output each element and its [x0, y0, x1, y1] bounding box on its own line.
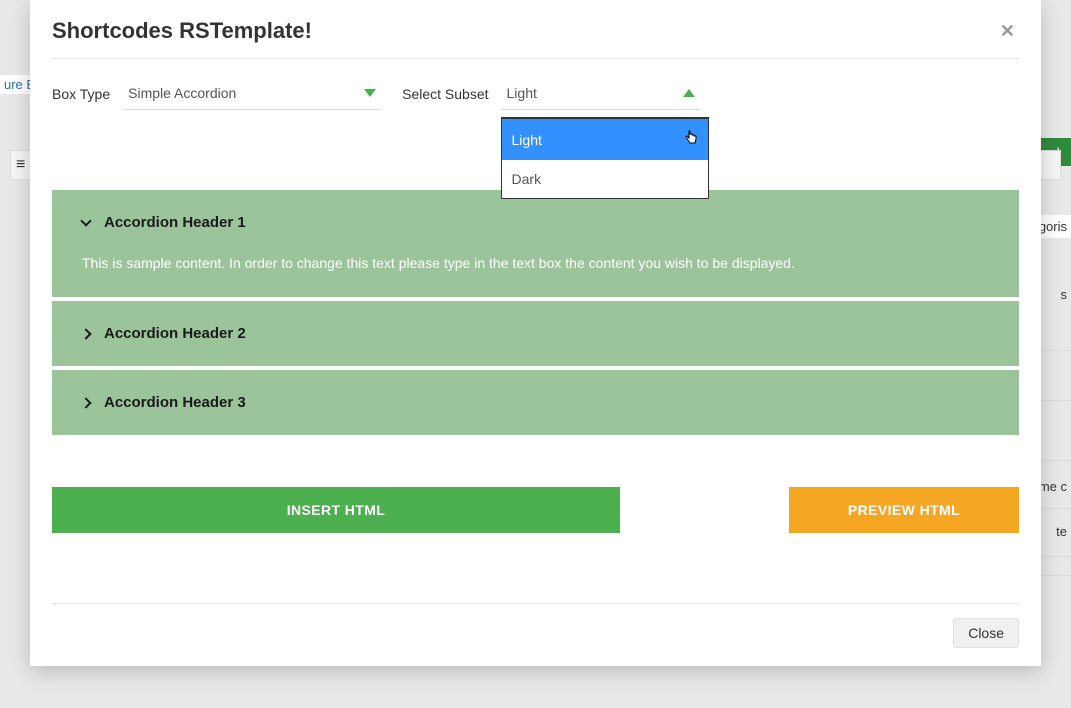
accordion-item-1: Accordion Header 1 This is sample conten… [52, 190, 1019, 301]
accordion-header-1[interactable]: Accordion Header 1 [52, 190, 1019, 255]
form-row: Box Type Simple Accordion Select Subset … [52, 59, 1019, 120]
chevron-down-icon [80, 215, 91, 226]
close-icon[interactable]: ✕ [996, 21, 1019, 42]
insert-html-button[interactable]: INSERT HTML [52, 487, 620, 533]
subset-label: Select Subset [402, 86, 488, 102]
accordion-item-3: Accordion Header 3 [52, 370, 1019, 435]
box-type-value: Simple Accordion [128, 85, 236, 101]
dropdown-option-label: Dark [512, 171, 542, 187]
subset-value: Light [507, 85, 537, 101]
accordion-title: Accordion Header 1 [104, 214, 246, 231]
accordion: Accordion Header 1 This is sample conten… [52, 190, 1019, 435]
subset-select[interactable]: Light [501, 77, 701, 110]
subset-dropdown: Light Dark [501, 117, 709, 199]
shortcodes-modal: Shortcodes RSTemplate! ✕ Box Type Simple… [30, 0, 1041, 666]
align-icon: ≡ [16, 156, 25, 174]
accordion-item-2: Accordion Header 2 [52, 301, 1019, 370]
chevron-up-icon [683, 89, 695, 97]
dropdown-option-label: Light [512, 132, 542, 148]
action-bar: INSERT HTML PREVIEW HTML [52, 487, 1019, 533]
box-type-select[interactable]: Simple Accordion [122, 77, 382, 110]
dropdown-option-dark[interactable]: Dark [502, 160, 708, 198]
preview-html-button[interactable]: PREVIEW HTML [789, 487, 1019, 533]
dropdown-option-light[interactable]: Light [502, 119, 708, 160]
pointer-cursor-icon [684, 130, 698, 149]
box-type-label: Box Type [52, 86, 110, 102]
accordion-title: Accordion Header 2 [104, 325, 246, 342]
modal-header: Shortcodes RSTemplate! ✕ [52, 18, 1019, 59]
chevron-right-icon [80, 328, 91, 339]
accordion-title: Accordion Header 3 [104, 394, 246, 411]
page-title: Shortcodes RSTemplate! [52, 18, 312, 44]
close-button[interactable]: Close [953, 618, 1019, 648]
chevron-down-icon [364, 89, 376, 97]
chevron-right-icon [80, 397, 91, 408]
box-type-select-wrap: Simple Accordion [122, 77, 382, 110]
preview-area: Accordion Header 1 This is sample conten… [52, 190, 1019, 435]
accordion-content: This is sample content. In order to chan… [52, 255, 1019, 297]
accordion-header-2[interactable]: Accordion Header 2 [52, 301, 1019, 366]
bg-text-fragment: te [1052, 520, 1071, 543]
bg-text-fragment: s [1057, 283, 1071, 306]
subset-select-wrap: Light Light Dark [501, 77, 701, 110]
modal-footer: Close [52, 603, 1019, 648]
accordion-header-3[interactable]: Accordion Header 3 [52, 370, 1019, 435]
